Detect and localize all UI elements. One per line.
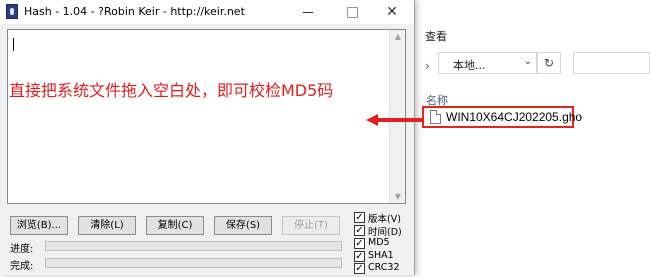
scroll-up-icon[interactable]: ▲ — [390, 32, 406, 41]
nav-chevron-icon[interactable]: › — [425, 59, 430, 73]
checkbox-check-icon[interactable]: ✓ — [354, 263, 365, 274]
hash-window: Hash - 1.04 - ?Robin Keir - http://keir.… — [0, 0, 415, 275]
md5-checkbox-label: MD5 — [368, 237, 390, 248]
close-icon: ✕ — [386, 4, 398, 20]
file-name: WIN10X64CJ202205.gho — [446, 110, 583, 124]
sha1-checkbox-label: SHA1 — [368, 250, 394, 261]
version-checkbox-label: 版本(V) — [368, 214, 401, 225]
hash-output-textarea[interactable]: ▲ ▼ — [7, 29, 406, 204]
address-bar[interactable]: 本地... ⌄ — [438, 52, 537, 74]
clear-button[interactable]: 清除(L) — [78, 216, 136, 235]
done-progress-bar — [45, 258, 342, 268]
minimize-button[interactable] — [286, 0, 330, 24]
text-caret — [13, 38, 14, 51]
progress-label: 进度: — [10, 244, 34, 255]
arrow-left-icon — [366, 114, 422, 126]
time-checkbox-label: 时间(D) — [368, 227, 402, 238]
save-button[interactable]: 保存(S) — [214, 216, 272, 235]
window-title: Hash - 1.04 - ?Robin Keir - http://keir.… — [24, 5, 245, 18]
crc32-checkbox-label: CRC32 — [368, 262, 400, 273]
done-label: 完成: — [10, 261, 34, 272]
checkbox-check-icon[interactable]: ✓ — [354, 238, 365, 249]
checkbox-check-icon[interactable]: ✓ — [354, 225, 365, 236]
copy-button[interactable]: 复制(C) — [146, 216, 204, 235]
chevron-down-icon[interactable]: ⌄ — [524, 56, 532, 67]
app-icon — [6, 4, 18, 19]
close-button[interactable]: ✕ — [370, 0, 414, 24]
checkbox-check-icon[interactable]: ✓ — [354, 212, 365, 223]
instruction-annotation: 直接把系统文件拖入空白处，即可校检MD5码 — [9, 81, 334, 100]
title-bar[interactable]: Hash - 1.04 - ?Robin Keir - http://keir.… — [0, 0, 414, 24]
scroll-down-icon[interactable]: ▼ — [390, 192, 406, 201]
view-tab[interactable]: 查看 — [425, 28, 447, 44]
address-text: 本地... — [453, 59, 486, 72]
refresh-button[interactable]: ↻ — [537, 52, 561, 74]
maximize-button[interactable] — [330, 0, 374, 24]
search-box[interactable] — [573, 52, 650, 74]
refresh-icon: ↻ — [543, 56, 555, 70]
file-icon — [430, 110, 441, 124]
checkbox-check-icon[interactable]: ✓ — [354, 251, 365, 262]
file-list-item[interactable]: WIN10X64CJ202205.gho — [422, 106, 582, 128]
browse-button[interactable]: 浏览(B)... — [10, 216, 68, 235]
stop-button[interactable]: 停止(T) — [282, 216, 340, 235]
progress-bar — [45, 241, 342, 251]
